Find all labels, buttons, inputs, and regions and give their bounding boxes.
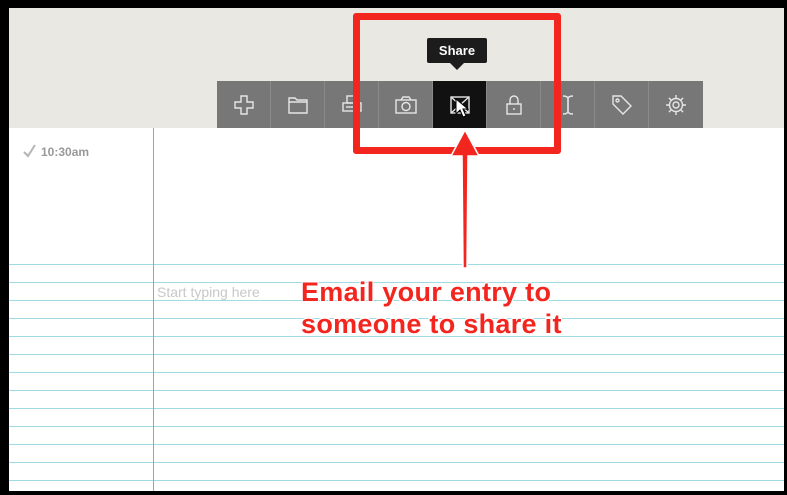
gear-icon <box>666 94 686 115</box>
checkmark-icon <box>23 144 36 158</box>
entry-timestamp: 10:30am <box>22 144 89 159</box>
entry-time: 10:30am <box>41 144 90 159</box>
plus-icon <box>233 94 254 115</box>
folder-icon <box>287 96 308 114</box>
journal-window: Share 10:30am Start typing here Email yo… <box>9 8 784 491</box>
add-entry-button[interactable] <box>217 81 271 128</box>
folder-button[interactable] <box>271 81 325 128</box>
tag-button[interactable] <box>595 81 649 128</box>
margin-line <box>153 128 154 491</box>
tag-icon <box>611 94 632 115</box>
annotation-arrow <box>449 128 481 269</box>
annotation-line-1: Email your entry to <box>301 277 552 307</box>
settings-button[interactable] <box>649 81 703 128</box>
annotation-line-2: someone to share it <box>301 309 562 339</box>
annotation-callout: Email your entry to someone to share it <box>301 276 631 340</box>
